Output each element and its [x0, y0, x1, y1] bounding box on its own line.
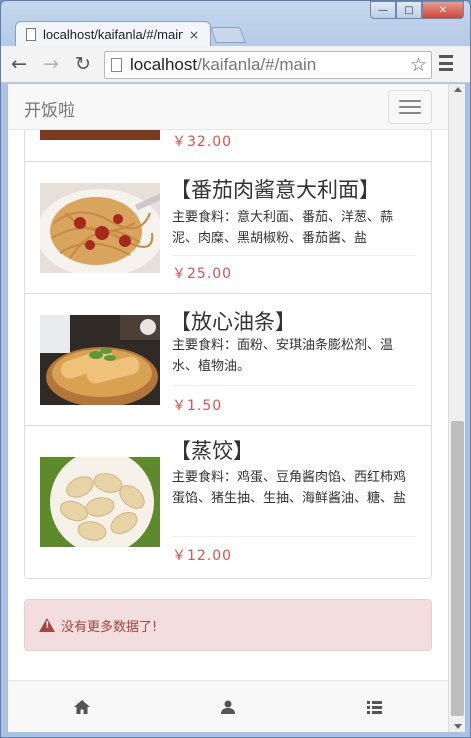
item-description: 主要食料：鸡蛋、豆角酱肉馅、西红柿鸡蛋馅、猪生抽、生抽、海鲜酱油、糖、盐 [172, 470, 407, 506]
reload-icon[interactable]: ↻ [69, 50, 97, 78]
divider [172, 385, 416, 386]
dish-list: ￥32.00 【番茄肉酱意大利面】 主要食料：意大利面、番茄、洋葱、蒜泥、肉糜、… [24, 84, 432, 579]
scroll-down-arrow-icon[interactable] [454, 724, 462, 729]
browser-tab[interactable]: localhost/kaifanla/#/main × [15, 21, 211, 47]
vertical-scrollbar[interactable] [448, 84, 465, 732]
page-icon [26, 28, 36, 41]
dumplings-image [40, 457, 160, 547]
item-description: 主要食料：面粉、安琪油条膨松剂、温水、植物油。 [172, 338, 394, 374]
youtiao-image [40, 315, 160, 405]
bookmark-star-icon[interactable]: ☆ [410, 54, 427, 76]
tab-close-icon[interactable]: × [189, 28, 199, 42]
list-item[interactable]: 【放心油条】 主要食料：面粉、安琪油条膨松剂、温水、植物油。 ￥1.50 [25, 294, 431, 426]
bottom-nav [8, 680, 448, 732]
title-bar: localhost/kaifanla/#/main × — □ ✕ [1, 1, 470, 47]
warning-icon [39, 618, 55, 632]
item-price: ￥12.00 [172, 548, 233, 564]
no-more-data-alert: 没有更多数据了! [24, 599, 432, 651]
app-navbar: 开饭啦 [8, 84, 448, 130]
browser-window: localhost/kaifanla/#/main × — □ ✕ ← → ↻ … [0, 0, 471, 738]
address-bar[interactable]: localhost/kaifanla/#/main ☆ [104, 51, 432, 79]
list-item[interactable]: 【番茄肉酱意大利面】 主要食料：意大利面、番茄、洋葱、蒜泥、肉糜、黑胡椒粉、番茄… [25, 162, 431, 294]
alert-text: 没有更多数据了! [61, 619, 158, 635]
maximize-button[interactable]: □ [396, 1, 422, 19]
item-name: 【放心油条】 [170, 310, 296, 334]
scroll-up-arrow-icon[interactable] [454, 87, 462, 92]
navbar-toggle-button[interactable] [388, 90, 432, 124]
user-icon[interactable] [213, 693, 243, 721]
close-button[interactable]: ✕ [422, 1, 464, 19]
item-price: ￥32.00 [172, 134, 233, 150]
scroll-thumb[interactable] [451, 421, 464, 716]
url-path: /kaifanla/#/main [197, 55, 317, 74]
new-tab-button[interactable] [210, 27, 246, 43]
item-description: 主要食料：意大利面、番茄、洋葱、蒜泥、肉糜、黑胡椒粉、番茄酱、盐 [172, 210, 394, 246]
spaghetti-image [40, 183, 160, 273]
back-icon[interactable]: ← [5, 50, 33, 78]
list-item[interactable]: 【蒸饺】 主要食料：鸡蛋、豆角酱肉馅、西红柿鸡蛋馅、猪生抽、生抽、海鲜酱油、糖、… [25, 426, 431, 578]
browser-menu-icon[interactable] [439, 55, 453, 71]
list-icon[interactable] [359, 693, 389, 721]
brand-title[interactable]: 开饭啦 [24, 96, 75, 121]
url-host: localhost [130, 55, 198, 74]
item-name: 【蒸饺】 [170, 439, 254, 463]
item-price: ￥25.00 [172, 266, 233, 282]
page-icon [111, 58, 122, 72]
item-name: 【番茄肉酱意大利面】 [170, 178, 380, 202]
home-icon[interactable] [67, 693, 97, 721]
browser-toolbar: ← → ↻ localhost/kaifanla/#/main ☆ [1, 46, 470, 83]
forward-icon[interactable]: → [37, 50, 65, 78]
divider [172, 536, 416, 537]
divider [172, 255, 416, 256]
item-price: ￥1.50 [172, 398, 223, 414]
page-viewport: 开饭啦 ￥32.00 【番茄肉酱意大利面】 主要食料：意大利面、番茄、洋葱、蒜泥… [8, 84, 448, 732]
minimize-button[interactable]: — [370, 1, 396, 19]
tab-title: localhost/kaifanla/#/main [43, 27, 183, 42]
